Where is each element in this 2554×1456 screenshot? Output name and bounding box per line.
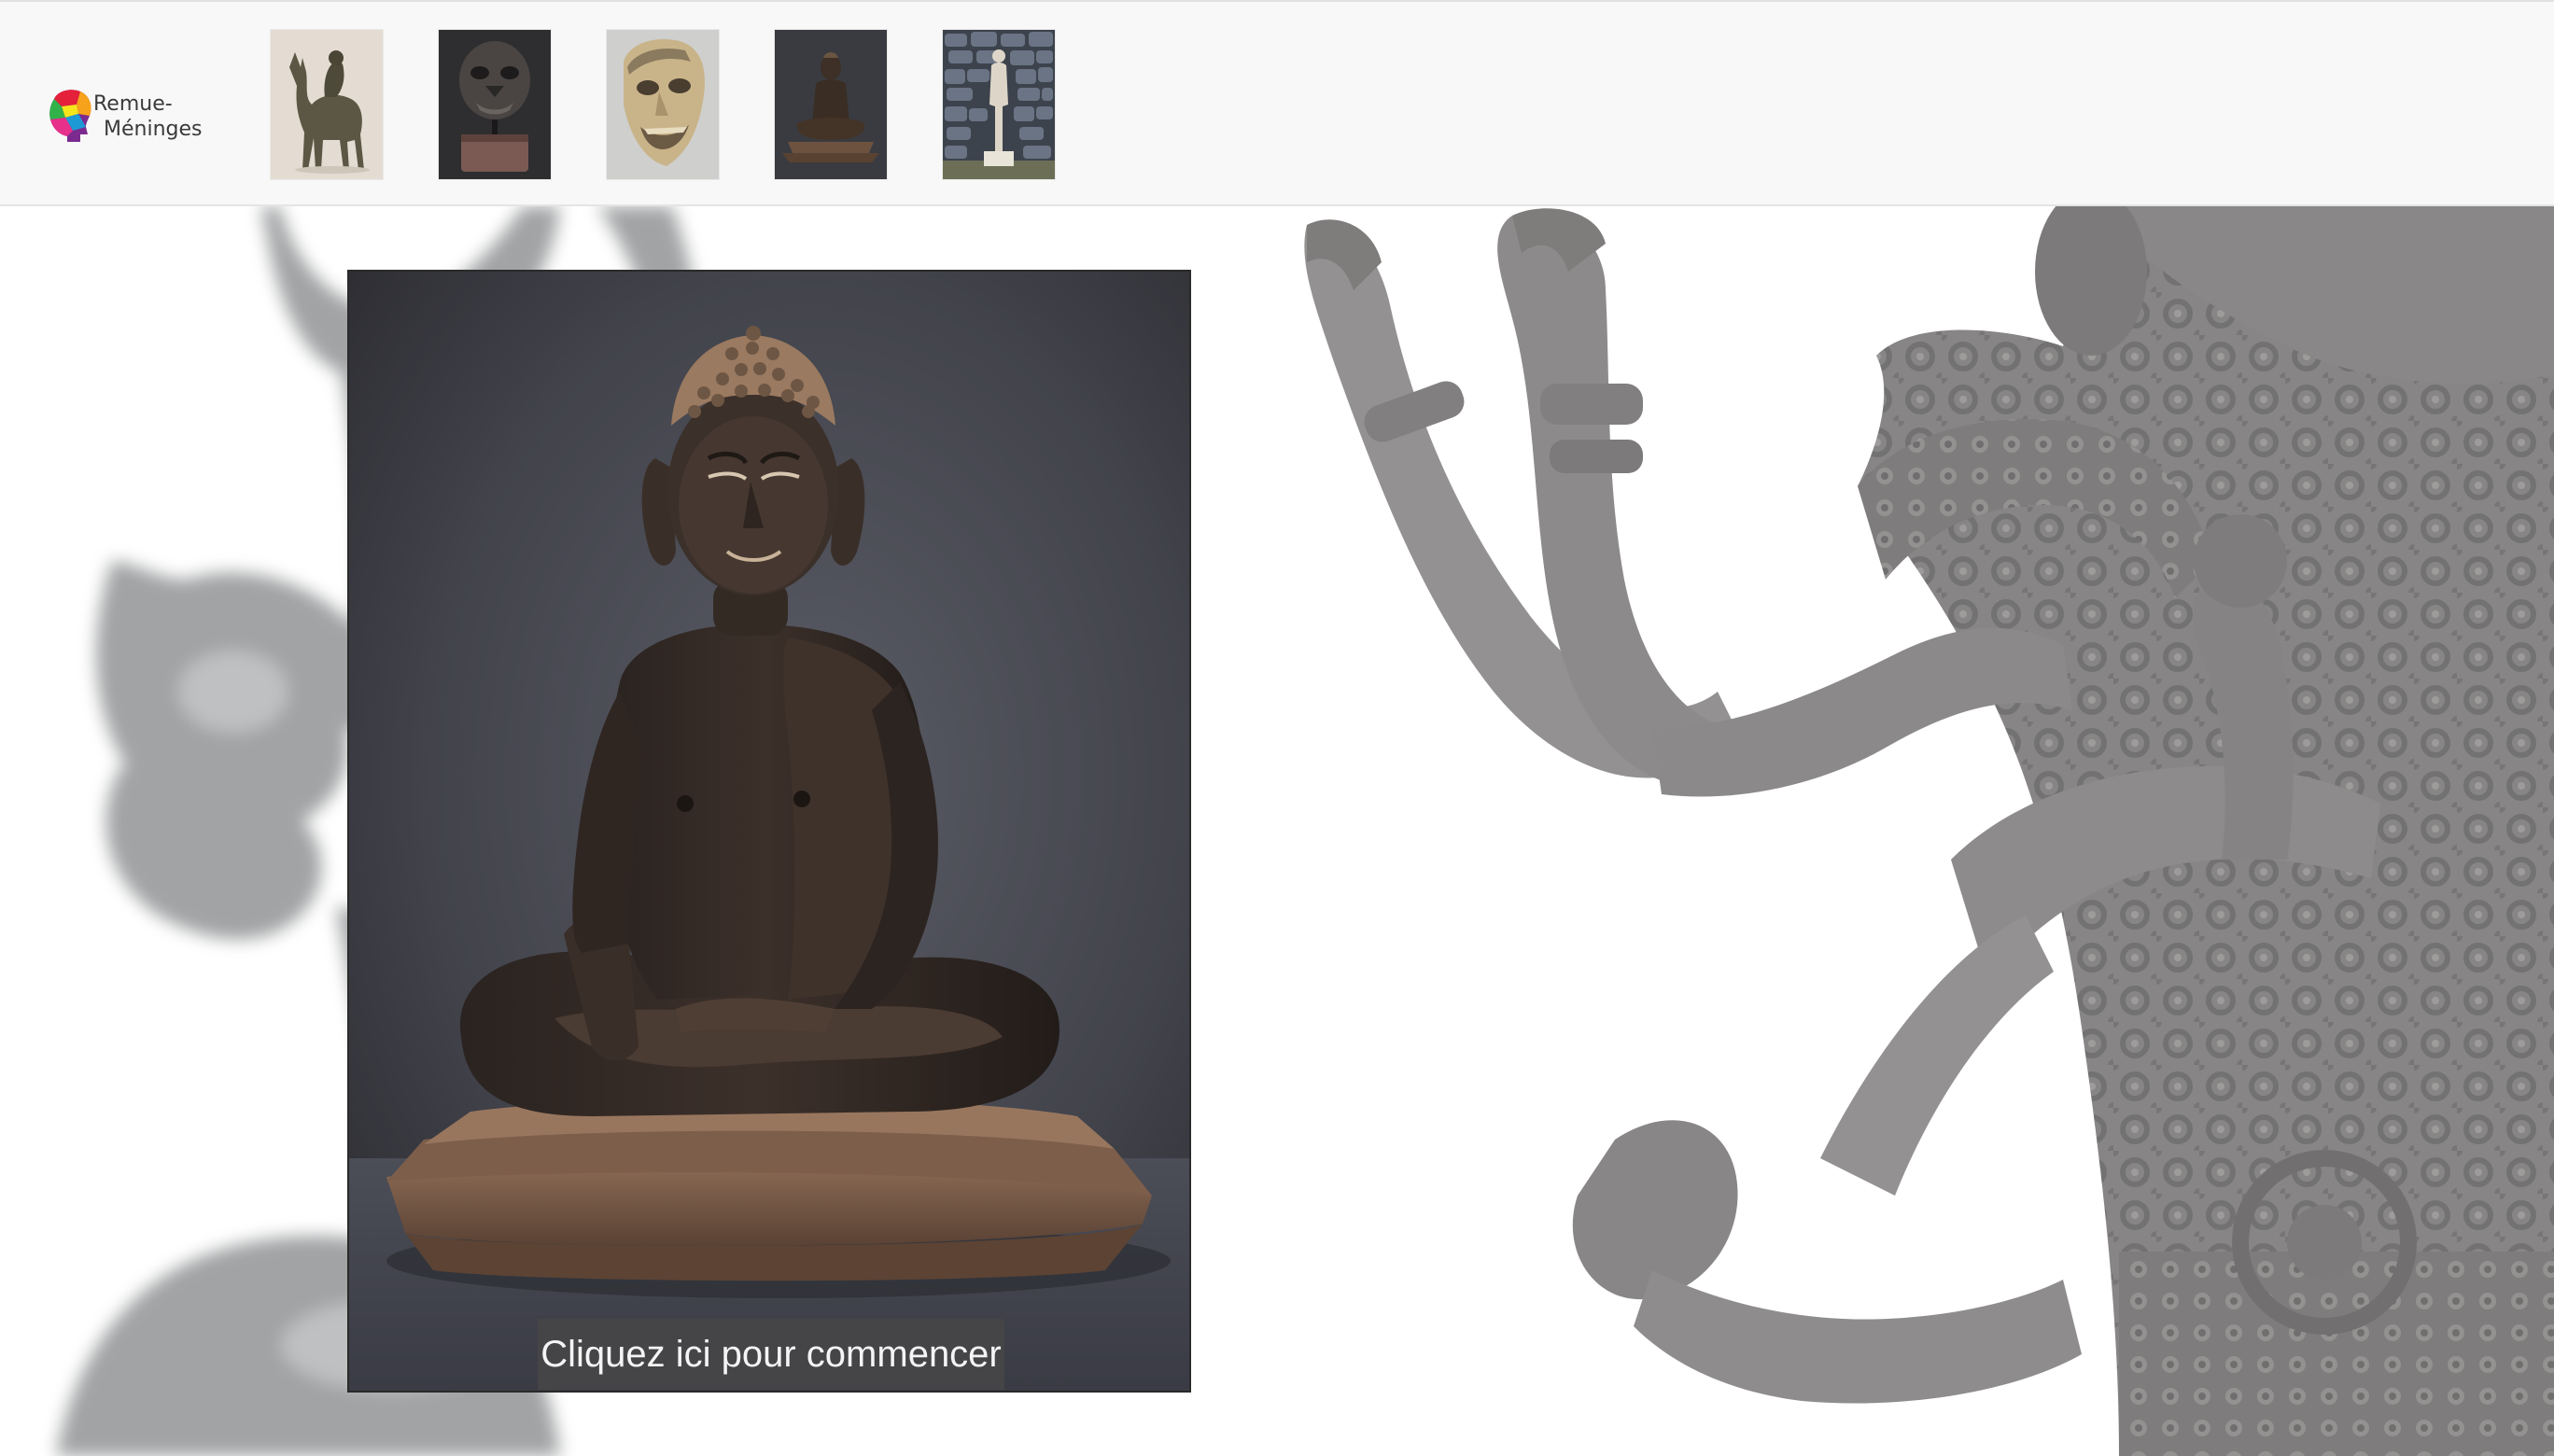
dark-mask-on-stand-thumb-icon: [439, 30, 551, 179]
thumbnail-seated-buddha[interactable]: [775, 30, 887, 179]
logo-line-2: Méninges: [104, 118, 203, 141]
top-navigation-bar: Remue- Méninges: [0, 0, 2554, 206]
standing-figure-stone-wall-thumb-icon: [943, 30, 1055, 179]
thumbnail-dark-mask[interactable]: [439, 30, 551, 179]
start-button[interactable]: Cliquez ici pour commencer: [538, 1319, 1004, 1390]
thumbnail-camel-rider[interactable]: [271, 30, 383, 179]
seated-buddha-thumb-icon: [775, 30, 887, 179]
pale-carved-mask-thumb-icon: [607, 30, 719, 179]
camel-rider-statue-thumb-icon: [271, 30, 383, 179]
logo-line-1: Remue-: [93, 92, 173, 116]
remue-meninges-logo[interactable]: Remue- Méninges: [45, 86, 213, 151]
multi-armed-deity-background: [1304, 206, 2554, 1456]
featured-artwork-card[interactable]: Cliquez ici pour commencer: [347, 270, 1191, 1393]
thumbnail-pale-mask[interactable]: [607, 30, 719, 179]
colorful-head-logo-icon: [49, 90, 91, 142]
thumbnail-standing-figure[interactable]: [943, 30, 1055, 179]
logo-wordmark: Remue- Méninges: [93, 91, 215, 142]
seated-bronze-buddha-photo-icon: [349, 272, 1189, 1391]
page: Remue- Méninges Cliquez ici pour commenc…: [0, 0, 2554, 1456]
